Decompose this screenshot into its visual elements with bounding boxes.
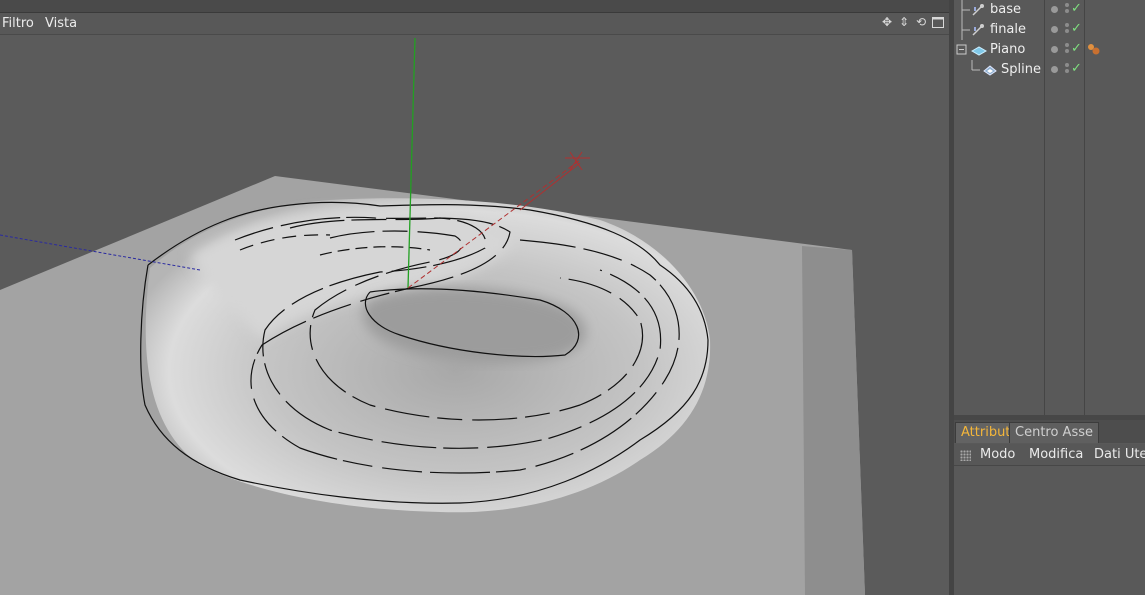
- menu-vista[interactable]: Vista: [45, 16, 77, 31]
- object-row-piano[interactable]: Piano ✓: [954, 40, 1145, 60]
- attributes-menubar: Modo Modifica Dati Uter: [954, 444, 1145, 466]
- visibility-toggle[interactable]: [1065, 3, 1070, 15]
- editor-viewport[interactable]: Filtro Vista ✥ ⇕ ⟲: [0, 0, 949, 595]
- 3d-scene[interactable]: [0, 35, 949, 595]
- menu-filtro[interactable]: Filtro: [2, 16, 34, 31]
- pose-morph-icon: [971, 23, 985, 37]
- visibility-toggle[interactable]: [1065, 23, 1070, 35]
- menu-modo[interactable]: Modo: [980, 447, 1015, 462]
- x-axis-label-icon: [565, 151, 590, 171]
- pose-morph-tag-icon[interactable]: [1087, 43, 1101, 57]
- object-manager[interactable]: base ✓ finale ✓ Piano ✓ Spline ✓: [954, 0, 1145, 415]
- plane-icon: [970, 43, 988, 57]
- object-name[interactable]: Spline: [1001, 62, 1041, 77]
- viewport-menubar: Filtro Vista ✥ ⇕ ⟲: [0, 13, 949, 35]
- menu-dati-utente[interactable]: Dati Uter: [1094, 447, 1145, 462]
- enabled-checkmark-icon[interactable]: ✓: [1071, 1, 1082, 16]
- move-view-icon[interactable]: ✥: [880, 15, 894, 29]
- object-name[interactable]: Piano: [990, 42, 1025, 57]
- object-row-finale[interactable]: finale ✓: [954, 20, 1145, 40]
- attributes-tabbar: Attributi Centro Asse: [954, 420, 1145, 443]
- spline-icon: [982, 63, 997, 77]
- viewport-nav-icons: ✥ ⇕ ⟲: [880, 15, 945, 31]
- attributes-manager: Attributi Centro Asse Modo Modifica Dati…: [954, 420, 1145, 595]
- x-axis-solid: [519, 162, 581, 211]
- visibility-toggle[interactable]: [1065, 43, 1070, 55]
- pose-morph-icon: [971, 3, 985, 17]
- object-row-base[interactable]: base ✓: [954, 0, 1145, 20]
- enabled-checkmark-icon[interactable]: ✓: [1071, 21, 1082, 36]
- dolly-icon[interactable]: ⇕: [897, 15, 911, 29]
- viewport-top-strip: [0, 0, 949, 13]
- grip-icon[interactable]: [960, 450, 971, 461]
- layer-dot[interactable]: [1051, 46, 1058, 53]
- tab-centro-asse[interactable]: Centro Asse: [1009, 422, 1099, 443]
- object-name[interactable]: base: [990, 2, 1021, 17]
- layer-dot[interactable]: [1051, 66, 1058, 73]
- layer-dot[interactable]: [1051, 26, 1058, 33]
- enabled-checkmark-icon[interactable]: ✓: [1071, 41, 1082, 56]
- object-name[interactable]: finale: [990, 22, 1026, 37]
- maximize-view-icon[interactable]: [931, 15, 945, 29]
- rotate-view-icon[interactable]: ⟲: [914, 15, 928, 29]
- menu-modifica[interactable]: Modifica: [1029, 447, 1083, 462]
- plane-side-shade: [802, 246, 865, 595]
- visibility-toggle[interactable]: [1065, 63, 1070, 75]
- object-row-spline[interactable]: Spline ✓: [954, 60, 1145, 80]
- layer-dot[interactable]: [1051, 6, 1058, 13]
- enabled-checkmark-icon[interactable]: ✓: [1071, 61, 1082, 76]
